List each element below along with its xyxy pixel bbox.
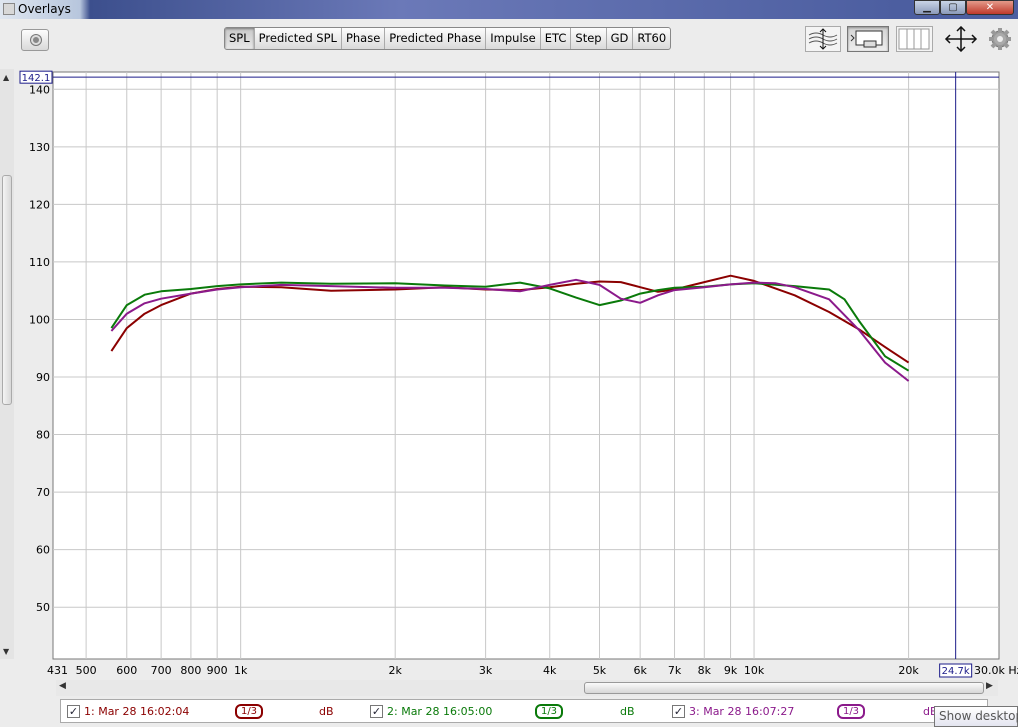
- legend-label: 2: Mar 28 16:05:00: [387, 705, 493, 718]
- legend-bar: ✓ 1: Mar 28 16:02:04 1/3 dB ✓ 2: Mar 28 …: [60, 699, 988, 723]
- toolbar: SPL Predicted SPL Phase Predicted Phase Impu…: [0, 19, 1018, 69]
- x-tick-label: 4k: [543, 664, 557, 677]
- smoothing-badge[interactable]: 1/3: [235, 704, 263, 719]
- legend-checkbox[interactable]: ✓: [67, 705, 80, 718]
- tab-impulse[interactable]: Impulse: [486, 28, 541, 49]
- x-tick-label: 8k: [698, 664, 712, 677]
- plot-area[interactable]: [52, 71, 1000, 660]
- legend-label: 1: Mar 28 16:02:04: [84, 705, 190, 718]
- split-view-button[interactable]: [896, 26, 933, 52]
- y-tick-label: 70: [36, 486, 50, 499]
- split-view-icon: [898, 28, 930, 50]
- horizontal-scroll-thumb[interactable]: [584, 682, 984, 694]
- smoothing-badge[interactable]: 1/3: [837, 704, 865, 719]
- fit-view-button[interactable]: [847, 26, 889, 52]
- y-tick-label: 110: [29, 256, 50, 269]
- x-tick-label: 7k: [668, 664, 682, 677]
- show-desktop-tooltip: Show desktop: [934, 706, 1018, 727]
- y-tick-label: 120: [29, 198, 50, 211]
- horizontal-scrollbar[interactable]: ◀ ▶: [56, 680, 998, 696]
- x-tick-label: 3k: [479, 664, 493, 677]
- x-tick-label: 6k: [633, 664, 647, 677]
- app-icon: [3, 3, 15, 15]
- y-tick-label: 80: [36, 429, 50, 442]
- y-tick-label: 130: [29, 141, 50, 154]
- vertical-zoom-button[interactable]: [805, 26, 841, 52]
- vertical-zoom-icon: [808, 28, 838, 50]
- fit-view-icon: [850, 30, 883, 48]
- smoothing-badge[interactable]: 1/3: [535, 704, 563, 719]
- pan-button[interactable]: [942, 25, 980, 53]
- x-tick-label: 600: [116, 664, 137, 677]
- y-tick-label: 100: [29, 313, 50, 326]
- y-tick-label: 60: [36, 544, 50, 557]
- x-tick-label: 5k: [593, 664, 607, 677]
- tab-etc[interactable]: ETC: [541, 28, 572, 49]
- tab-predicted-spl[interactable]: Predicted SPL: [255, 28, 342, 49]
- x-tick-label: 10k: [744, 664, 765, 677]
- x-tick-label: 2k: [389, 664, 403, 677]
- x-tick-label: 9k: [724, 664, 738, 677]
- legend-checkbox[interactable]: ✓: [672, 705, 685, 718]
- x-tick-label: 900: [207, 664, 228, 677]
- tab-gd[interactable]: GD: [607, 28, 634, 49]
- move-arrows-icon: [944, 25, 978, 53]
- y-tick-label: 90: [36, 371, 50, 384]
- tab-step[interactable]: Step: [571, 28, 607, 49]
- tab-phase[interactable]: Phase: [342, 28, 386, 49]
- maximize-icon: ▢: [948, 2, 958, 13]
- x-tick-label: 800: [180, 664, 201, 677]
- titlebar-background: [0, 0, 1018, 19]
- x-tick-label: 30.0k Hz: [974, 664, 1018, 677]
- y-axis-unit: dB: [29, 69, 44, 70]
- y-tick-label: 50: [36, 601, 50, 614]
- minimize-button[interactable]: ▁: [914, 0, 940, 15]
- cursor-y-readout: 142.1: [22, 73, 51, 84]
- gear-icon[interactable]: [988, 27, 1012, 51]
- minimize-icon: ▁: [923, 2, 931, 13]
- x-tick-label: 700: [151, 664, 172, 677]
- maximize-button[interactable]: ▢: [940, 0, 966, 15]
- x-tick-label: 500: [76, 664, 97, 677]
- y-tick-label: 140: [29, 83, 50, 96]
- legend-unit: dB: [620, 705, 635, 718]
- graph-tabs: SPL Predicted SPL Phase Predicted Phase Impu…: [224, 27, 672, 50]
- cursor-x-readout: 24.7k: [942, 666, 970, 677]
- tab-rt60[interactable]: RT60: [633, 28, 670, 49]
- legend-unit: dB: [319, 705, 334, 718]
- spl-chart[interactable]: 140 130 120 110 100 90 80 70 60 50 431 500 600 700 800…: [0, 69, 1018, 681]
- tab-spl[interactable]: SPL: [225, 28, 255, 49]
- scroll-left-arrow-icon[interactable]: ◀: [59, 681, 66, 691]
- capture-button[interactable]: [21, 29, 49, 51]
- scroll-right-arrow-icon[interactable]: ▶: [986, 681, 993, 691]
- window-title: Overlays: [18, 2, 71, 16]
- close-button[interactable]: ✕: [966, 0, 1014, 15]
- legend-checkbox[interactable]: ✓: [370, 705, 383, 718]
- tab-predicted-phase[interactable]: Predicted Phase: [385, 28, 487, 49]
- x-tick-label: 1k: [234, 664, 248, 677]
- camera-icon: [31, 35, 41, 45]
- x-tick-label: 431: [47, 664, 68, 677]
- window-titlebar: Overlays ▁ ▢ ✕: [0, 0, 1018, 19]
- legend-label: 3: Mar 28 16:07:27: [689, 705, 795, 718]
- close-icon: ✕: [985, 2, 995, 13]
- x-tick-label: 20k: [898, 664, 919, 677]
